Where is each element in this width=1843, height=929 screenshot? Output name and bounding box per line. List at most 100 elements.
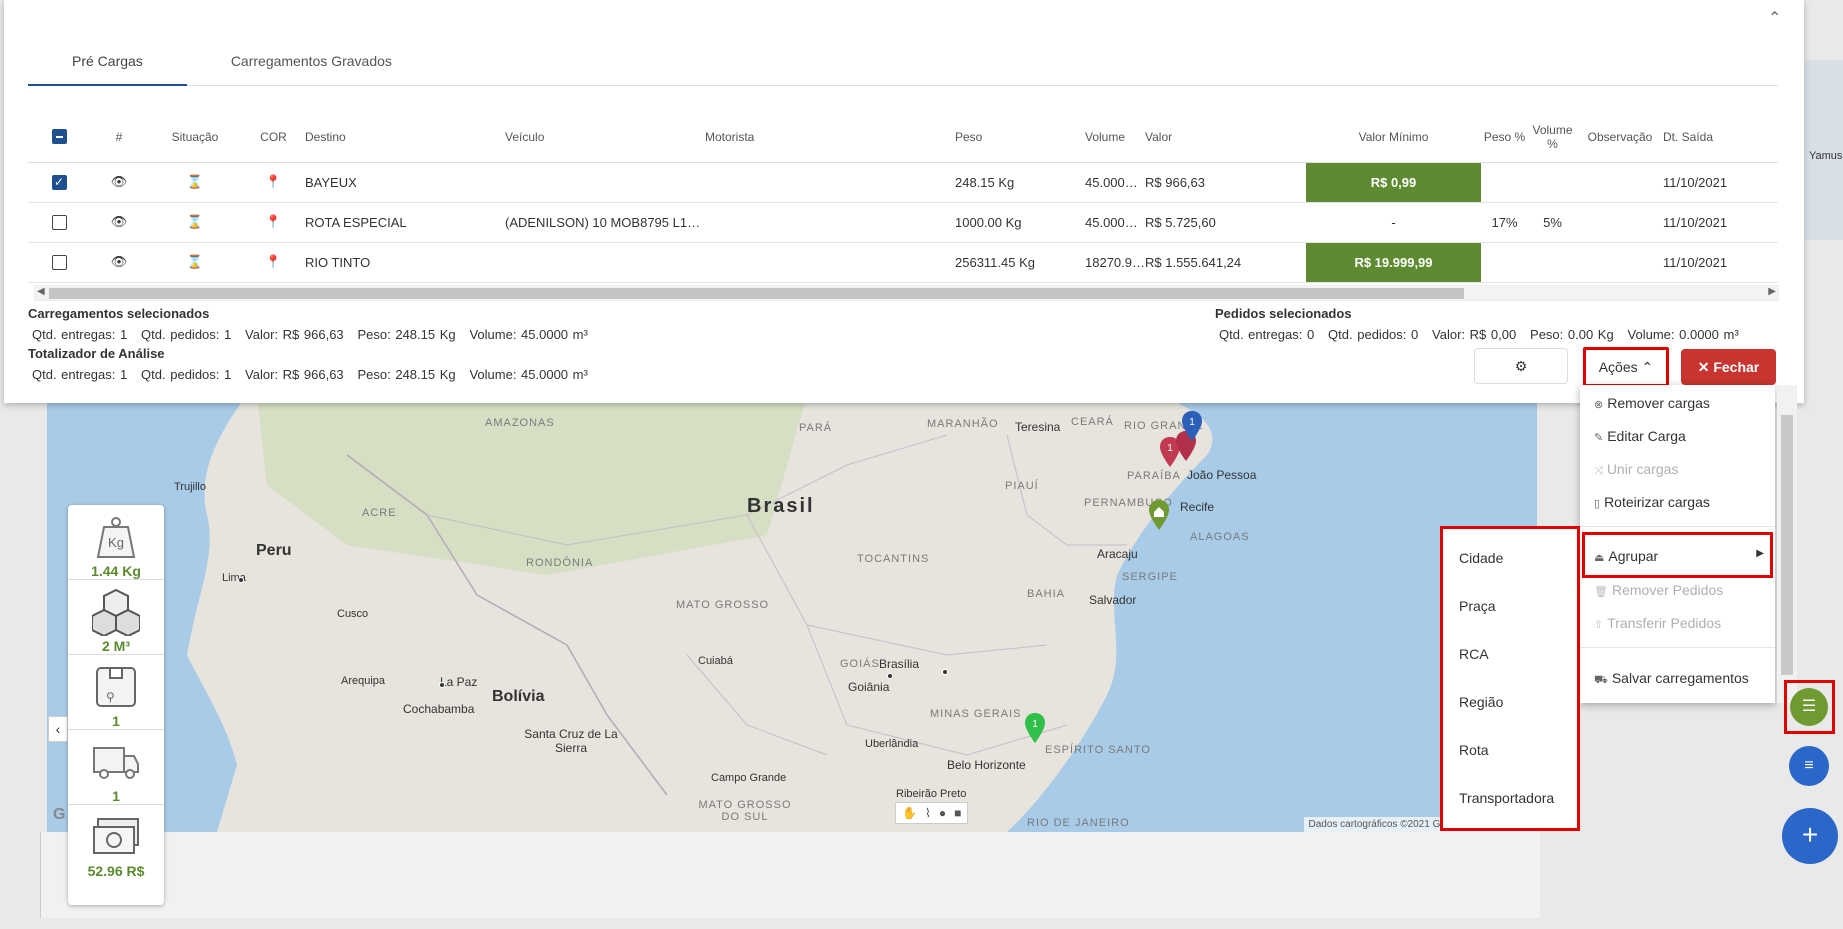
submenu-item-regiao[interactable]: Região — [1459, 694, 1503, 710]
fechar-button[interactable]: ✕ Fechar — [1681, 349, 1776, 385]
rectangle-icon[interactable]: ■ — [954, 806, 961, 820]
region-label: BAHIA — [1027, 588, 1066, 600]
list-icon: ☰ — [1801, 698, 1817, 715]
col-header[interactable]: Valor — [1145, 112, 1306, 163]
map-area[interactable]: AMAZONAS PARÁ MARANHÃO CEARÁ RIO GRANDE … — [47, 395, 1537, 832]
col-header[interactable]: # — [90, 112, 148, 163]
col-header[interactable]: Peso — [955, 112, 1085, 163]
submenu-item-rca[interactable]: RCA — [1459, 646, 1489, 662]
submenu-item-cidade[interactable]: Cidade — [1459, 550, 1503, 566]
cell-volume-pct — [1528, 162, 1577, 203]
polyline-icon[interactable]: ⌇ — [925, 806, 931, 820]
city-label: Teresina — [1015, 420, 1061, 434]
filter-icon: ≡ — [1804, 757, 1814, 774]
menu-divider — [1580, 647, 1775, 648]
col-header[interactable]: Situação — [148, 112, 242, 163]
col-header[interactable]: COR — [242, 112, 305, 163]
scrollbar-thumb[interactable] — [49, 288, 1464, 299]
filter-button[interactable]: ≡ — [1789, 746, 1829, 786]
eye-icon[interactable]: 👁 — [90, 162, 148, 203]
submenu-item-transportadora[interactable]: Transportadora — [1459, 790, 1554, 806]
cell-veiculo — [505, 242, 705, 283]
col-header[interactable]: Observação — [1577, 112, 1663, 163]
map-pin-green[interactable]: 1 — [1024, 713, 1046, 743]
col-header[interactable]: Destino — [305, 112, 505, 163]
hand-icon[interactable]: ✋ — [902, 806, 917, 820]
region-label: ESPÍRITO SANTO — [1045, 744, 1151, 756]
col-header[interactable]: Peso % — [1481, 112, 1528, 163]
map-pin-blue[interactable]: 1 — [1181, 411, 1203, 441]
horizontal-scrollbar[interactable]: ◀ ▶ — [34, 285, 1779, 301]
svg-text:Kg: Kg — [108, 535, 124, 550]
region-label: CEARÁ — [1071, 416, 1114, 428]
circle-icon[interactable]: ● — [939, 806, 946, 820]
table-row[interactable]: ✓ 👁 ⌛ 📍 BAYEUX 248.15 Kg 45.000… R$ 966,… — [28, 162, 1778, 203]
city-dot — [238, 577, 244, 583]
region-label: RIO DE JANEIRO — [1027, 817, 1130, 829]
menu-item-salvar-carregamentos[interactable]: ⛟ Salvar carregamentos — [1594, 670, 1749, 688]
menu-item-roteirizar-cargas[interactable]: ▯ Roteirizar cargas — [1594, 494, 1710, 510]
tab-pre-cargas[interactable]: Pré Cargas — [28, 44, 187, 86]
col-header[interactable]: Volume — [1085, 112, 1145, 163]
cell-motorista — [705, 162, 955, 203]
city-label: João Pessoa — [1187, 468, 1257, 482]
cell-volume: 45.000… — [1085, 162, 1145, 203]
home-pin[interactable] — [1148, 500, 1170, 530]
acoes-button[interactable]: Ações ⌃ — [1583, 347, 1669, 387]
col-header[interactable]: Volume % — [1528, 112, 1577, 163]
menu-item-remover-cargas[interactable]: ⊗ Remover cargas — [1594, 395, 1710, 411]
summary-weight: Kg 1.44 Kg — [68, 505, 164, 580]
transfer-icon: ⇧ — [1594, 619, 1604, 631]
region-label: TOCANTINS — [857, 553, 930, 565]
city-label: Aracaju — [1097, 547, 1138, 561]
eye-icon[interactable]: 👁 — [90, 202, 148, 243]
selected-orders-summary: Pedidos selecionados Qtd. entregas: 0 Qt… — [1215, 306, 1739, 342]
hourglass-icon: ⌛ — [148, 202, 242, 243]
col-header[interactable]: Valor Mínimo — [1306, 112, 1481, 163]
row-checkbox[interactable]: ✓ — [51, 175, 67, 191]
truck-icon: ⛟ — [1594, 674, 1608, 686]
submenu-item-rota[interactable]: Rota — [1459, 742, 1489, 758]
col-header[interactable]: Dt. Saída — [1663, 112, 1778, 163]
city-label: Goiânia — [848, 680, 890, 694]
settings-button[interactable]: ⚙ — [1474, 348, 1568, 384]
scrollbar-thumb[interactable] — [1781, 415, 1793, 675]
scroll-right-icon[interactable]: ▶ — [1768, 286, 1776, 297]
region-label: PIAUÍ — [1005, 480, 1039, 492]
summary-money: 52.96 R$ — [68, 805, 164, 880]
cell-peso: 1000.00 Kg — [955, 202, 1085, 243]
selected-orders-line: Qtd. entregas: 0 Qtd. pedidos: 0 Valor: … — [1219, 327, 1739, 342]
eye-icon[interactable]: 👁 — [90, 242, 148, 283]
col-header[interactable]: Veículo — [505, 112, 705, 163]
cell-motorista — [705, 202, 955, 243]
menu-scrollbar[interactable] — [1777, 385, 1797, 703]
row-checkbox[interactable] — [51, 215, 67, 231]
collapse-panel-button[interactable]: ‹ — [48, 716, 68, 742]
map-draw-toolbar: ✋ ⌇ ● ■ — [895, 802, 969, 824]
list-button[interactable]: ☰ — [1790, 688, 1828, 726]
select-all-checkbox[interactable] — [51, 129, 67, 145]
menu-item-editar-carga[interactable]: ✎ Editar Carga — [1594, 428, 1686, 444]
menu-item-remover-pedidos: 🗑 Remover Pedidos — [1594, 582, 1723, 598]
chevron-up-icon[interactable]: ⌃ — [1768, 8, 1781, 28]
loads-panel: ⌃ Pré Cargas Carregamentos Gravados # Si… — [4, 0, 1804, 403]
submenu-item-praca[interactable]: Praça — [1459, 598, 1496, 614]
region-label: GOIÁS — [840, 658, 880, 670]
map-basemap — [47, 395, 1537, 832]
remove-circle-icon: ⊗ — [1594, 399, 1604, 411]
add-button[interactable]: + — [1782, 808, 1838, 864]
row-checkbox[interactable] — [51, 255, 67, 271]
cell-volume: 18270.9… — [1085, 242, 1145, 283]
summary-volume: 2 M³ — [68, 580, 164, 655]
col-header[interactable]: Motorista — [705, 112, 955, 163]
plus-icon: + — [1801, 819, 1819, 850]
region-label: SERGIPE — [1122, 571, 1178, 583]
cell-dt-saida: 11/10/2021 — [1663, 242, 1778, 283]
cell-valor: R$ 966,63 — [1145, 162, 1306, 203]
scroll-left-icon[interactable]: ◀ — [37, 286, 45, 297]
country-label: Peru — [256, 542, 292, 559]
chevron-left-icon: ‹ — [55, 721, 61, 737]
table-row[interactable]: 👁 ⌛ 📍 RIO TINTO 256311.45 Kg 18270.9… R$… — [28, 242, 1778, 283]
table-row[interactable]: 👁 ⌛ 📍 ROTA ESPECIAL (ADENILSON) 10 MOB87… — [28, 202, 1778, 243]
tab-carregamentos-gravados[interactable]: Carregamentos Gravados — [187, 44, 436, 86]
